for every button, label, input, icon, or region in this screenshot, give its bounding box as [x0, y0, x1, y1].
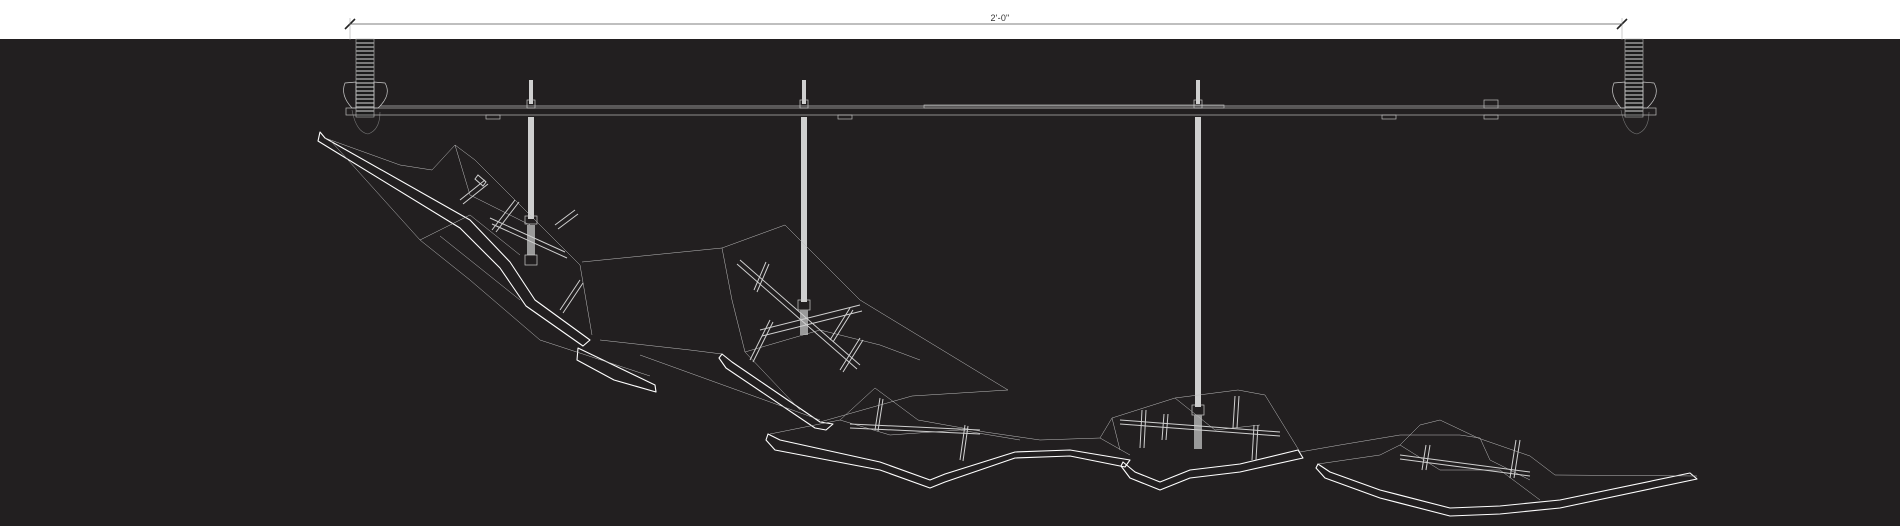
support-bar [345, 99, 1657, 120]
hanger-rod-3 [1191, 80, 1205, 449]
right-anchor-bolt [1612, 38, 1657, 135]
panel-3-front [765, 433, 1131, 489]
panel-4-outline [1099, 389, 1481, 453]
panel-5-front [1315, 463, 1698, 517]
panel-1-front [317, 131, 591, 347]
elevation-drawing [317, 18, 1698, 517]
panel-1-shadow [576, 347, 657, 393]
hanger-rod-1 [524, 80, 538, 266]
dimension-label: 2'-0" [990, 13, 1010, 23]
left-anchor-bolt [343, 38, 388, 135]
hanger-rod-2 [797, 80, 811, 335]
panel-group [317, 131, 1698, 517]
panel-4-front [1120, 449, 1304, 491]
panel-2-outline [581, 224, 1009, 423]
drawing-sheet: 2'-0" [0, 0, 1900, 526]
panel-fasteners [459, 174, 1531, 479]
panel-3-outline [769, 387, 1131, 456]
